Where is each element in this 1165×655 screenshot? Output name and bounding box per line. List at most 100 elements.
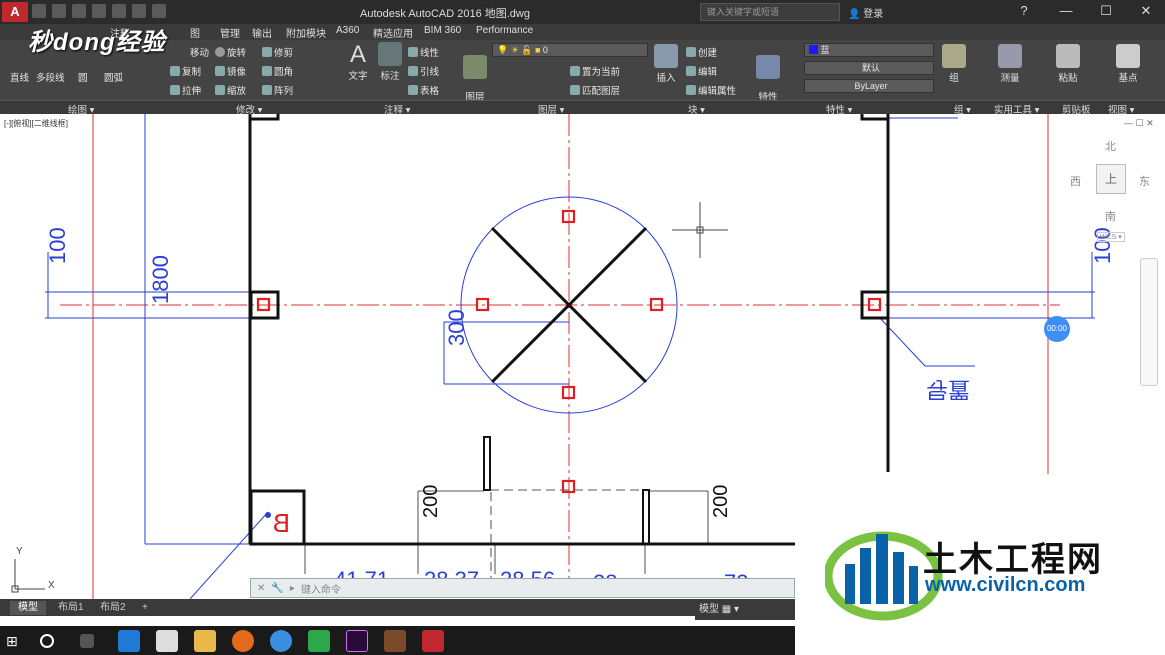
set-current-layer-button[interactable]: 置为当前 [570, 64, 620, 78]
save-icon[interactable] [72, 4, 86, 18]
lineweight-dropdown[interactable]: ByLayer [804, 79, 934, 93]
premiere-icon[interactable] [346, 630, 368, 652]
group-label: 组 [949, 73, 959, 84]
task-view-icon[interactable] [80, 634, 94, 648]
create-label: 创建 [698, 48, 718, 59]
search-input[interactable]: 键入关键字或短语 [700, 3, 840, 21]
file-explorer-icon[interactable] [194, 630, 216, 652]
open-file-icon[interactable] [52, 4, 66, 18]
grid-icon[interactable]: ▦ ▾ [722, 604, 739, 615]
linetype-dropdown[interactable]: 默认 [804, 61, 934, 75]
undo-icon[interactable] [132, 4, 146, 18]
insert-block-button[interactable]: 插入 [652, 44, 680, 84]
minimize-button[interactable]: — [1046, 0, 1086, 24]
viewport-window-controls[interactable]: — ☐ ✕ [1124, 118, 1154, 129]
paste-button[interactable]: 粘贴 [1054, 44, 1082, 84]
wcs-menu[interactable]: WCS ▾ [1097, 232, 1125, 242]
edit-block-button[interactable]: 编辑 [686, 64, 717, 78]
leader-dot [265, 512, 271, 518]
tab-model[interactable]: 模型 [10, 601, 46, 615]
measure-button[interactable]: 测量 [996, 44, 1024, 84]
firefox-icon[interactable] [232, 630, 254, 652]
tab-add-layout[interactable]: + [134, 601, 156, 615]
viewcube-west[interactable]: 西 [1070, 173, 1081, 189]
group-button[interactable]: 组 [942, 44, 966, 84]
array-button[interactable]: 阵列 [262, 83, 293, 97]
tab-layout1[interactable]: 布局1 [50, 601, 92, 615]
model-space-button[interactable]: 模型 [699, 604, 719, 615]
windows-start-icon[interactable]: ⊞ [6, 630, 28, 652]
base-point-button[interactable]: 基点 [1114, 44, 1142, 84]
save-as-icon[interactable] [92, 4, 106, 18]
dimension-button[interactable]: 标注 [376, 42, 404, 82]
create-block-button[interactable]: 创建 [686, 45, 717, 59]
fillet-button[interactable]: 圆角 [262, 64, 293, 78]
pillar-right[interactable] [642, 489, 650, 545]
mirrored-label: 导置 [926, 377, 970, 402]
linear-dim-button[interactable]: 线性 [408, 45, 439, 59]
layer-dropdown[interactable]: 💡 ☀ 🔓 ■ 0 [492, 43, 648, 57]
tab-view[interactable]: 图 [190, 25, 200, 40]
mail-icon[interactable] [156, 630, 178, 652]
tab-manage[interactable]: 管理 [220, 25, 240, 40]
polyline-button[interactable]: 多段线 [36, 70, 65, 84]
pillar-left[interactable] [483, 436, 491, 491]
rotate-button[interactable]: 旋转 [215, 45, 246, 59]
color-value: 蓝 [820, 45, 830, 55]
navigation-bar[interactable] [1140, 258, 1158, 386]
stretch-button[interactable]: 拉伸 [170, 83, 201, 97]
print-icon[interactable] [112, 4, 126, 18]
scale-button[interactable]: 缩放 [215, 83, 246, 97]
viewcube-top-face[interactable]: 上 [1096, 164, 1126, 194]
autocad-taskbar-icon[interactable] [422, 630, 444, 652]
viewcube-south[interactable]: 南 [1105, 208, 1116, 224]
circle-button[interactable]: 圆 [78, 70, 88, 84]
leader-button[interactable]: 引线 [408, 64, 439, 78]
close-icon[interactable]: ✕ [257, 583, 265, 594]
search-icon[interactable] [40, 634, 54, 648]
tab-layout2[interactable]: 布局2 [92, 601, 134, 615]
command-line[interactable]: ✕ 🔧 ▸ 键入命令 [250, 578, 795, 598]
autocad-app-icon[interactable]: A [2, 2, 28, 22]
table-icon [408, 85, 418, 95]
linear-label: 线性 [420, 48, 440, 59]
viewport-controls[interactable]: [-][俯视][二维线框] [4, 118, 68, 129]
arc-button[interactable]: 圆弧 [104, 70, 123, 84]
tab-featured-apps[interactable]: 精选应用 [373, 25, 413, 40]
trim-icon [262, 47, 272, 57]
viewcube-north[interactable]: 北 [1105, 138, 1116, 154]
match-layer-button[interactable]: 匹配图层 [570, 83, 620, 97]
color-dropdown[interactable]: 蓝 [804, 43, 934, 57]
edit-attributes-button[interactable]: 编辑属性 [686, 83, 736, 97]
move-button[interactable]: 移动 [190, 45, 209, 59]
tab-addins[interactable]: 附加模块 [286, 25, 326, 40]
login-button[interactable]: 👤 登录 [848, 5, 883, 20]
tab-output[interactable]: 输出 [252, 25, 272, 40]
help-icon[interactable]: ? [1004, 0, 1044, 24]
media-player-icon[interactable] [308, 630, 330, 652]
tab-a360[interactable]: A360 [336, 25, 359, 36]
text-button[interactable]: A 文字 [344, 42, 372, 83]
mirror-button[interactable]: 镜像 [215, 64, 246, 78]
new-file-icon[interactable] [32, 4, 46, 18]
command-input[interactable]: 键入命令 [301, 581, 341, 596]
dim-text-200-right: 200 [710, 485, 732, 518]
app-icon[interactable] [384, 630, 406, 652]
wrench-icon[interactable]: 🔧 [271, 583, 283, 594]
crosshair-cursor [672, 202, 728, 258]
browser-icon[interactable] [270, 630, 292, 652]
line-button[interactable]: 直线 [10, 70, 29, 84]
base-point-label: 基点 [1118, 73, 1138, 84]
ribbon-group-labels: 绘图 ▾ 修改 ▾ 注释 ▾ 图层 ▾ 块 ▾ 特性 ▾ 组 ▾ 实用工具 ▾ … [0, 100, 1165, 116]
copy-button[interactable]: 复制 [170, 64, 201, 78]
viewcube-east[interactable]: 东 [1139, 173, 1150, 189]
table-button[interactable]: 表格 [408, 83, 439, 97]
close-button[interactable]: ✕ [1126, 0, 1165, 24]
maximize-button[interactable]: ☐ [1086, 0, 1126, 24]
edge-browser-icon[interactable] [118, 630, 140, 652]
tab-performance[interactable]: Performance [476, 25, 533, 36]
dim-text-300: 300 [444, 309, 469, 346]
tab-bim360[interactable]: BIM 360 [424, 25, 461, 36]
redo-icon[interactable] [152, 4, 166, 18]
trim-button[interactable]: 修剪 [262, 45, 293, 59]
